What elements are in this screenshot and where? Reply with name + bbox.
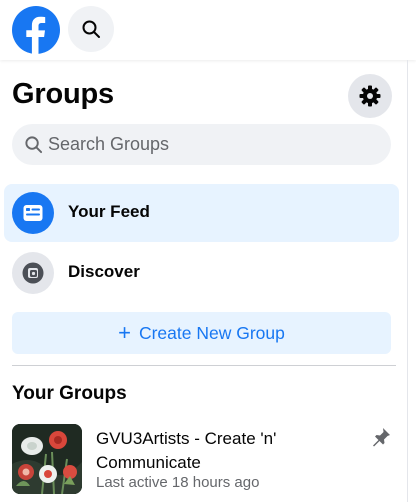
- panel-divider: [407, 60, 408, 502]
- facebook-logo-icon[interactable]: [12, 6, 60, 54]
- search-groups-input[interactable]: [48, 124, 378, 165]
- group-name: GVU3Artists - Create 'n' Communicate: [96, 429, 277, 472]
- nav-item-discover[interactable]: Discover: [4, 244, 399, 302]
- section-divider: [12, 365, 396, 366]
- search-groups-field[interactable]: [12, 124, 391, 165]
- top-search-button[interactable]: [68, 6, 114, 52]
- pin-icon[interactable]: [370, 426, 392, 448]
- plus-icon: +: [118, 320, 131, 345]
- page-title: Groups: [12, 78, 114, 110]
- search-icon: [25, 136, 43, 154]
- settings-button[interactable]: [348, 74, 392, 118]
- group-cover-image: [12, 424, 82, 494]
- top-bar: [0, 0, 416, 60]
- search-icon: [82, 20, 100, 38]
- group-last-active: Last active 18 hours ago: [96, 474, 260, 491]
- group-list-item[interactable]: GVU3Artists - Create 'n' Communicate Las…: [0, 420, 407, 502]
- nav-item-label: Your Feed: [68, 202, 150, 221]
- your-groups-heading: Your Groups: [12, 383, 127, 404]
- nav-item-label: Discover: [68, 262, 140, 281]
- gear-icon: [359, 85, 381, 107]
- nav-item-your-feed[interactable]: Your Feed: [4, 184, 399, 242]
- feed-icon: [12, 192, 54, 234]
- create-new-group-button[interactable]: + Create New Group: [12, 312, 391, 354]
- create-new-group-label: Create New Group: [138, 323, 285, 343]
- discover-icon: [12, 252, 54, 294]
